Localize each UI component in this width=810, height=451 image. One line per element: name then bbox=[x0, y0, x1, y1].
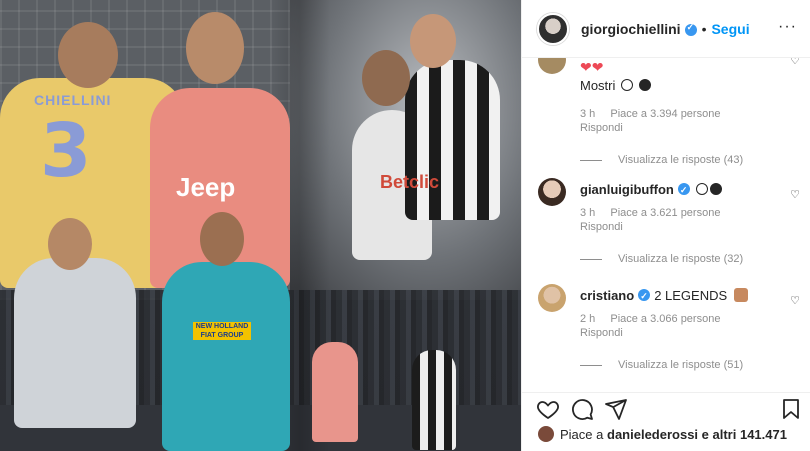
comment-item: ♡ gianluigibuffon 3 h Piace a 3.621 pers… bbox=[538, 178, 806, 278]
comment-body: 3 h Piace a 3.394 persone Rispondi Visua… bbox=[580, 102, 780, 166]
post-header: giorgiochiellini • Segui ··· bbox=[522, 0, 810, 58]
reply-button[interactable]: Rispondi bbox=[580, 122, 780, 134]
verified-badge-icon bbox=[638, 287, 651, 305]
player-grey-jersey bbox=[14, 258, 136, 428]
view-replies-button[interactable]: Visualizza le risposte (32) bbox=[580, 253, 780, 265]
bookmark-icon[interactable] bbox=[779, 397, 803, 421]
jersey-number-text: 3 bbox=[40, 108, 92, 194]
comment-likes-count[interactable]: Piace a 3.621 persone bbox=[610, 207, 720, 219]
comment-body: gianluigibuffon 3 h Piace a 3.621 person… bbox=[580, 181, 780, 265]
like-heart-icon[interactable]: ♡ bbox=[790, 294, 800, 307]
comment-time[interactable]: 3 h bbox=[580, 108, 595, 120]
comment-username[interactable]: gianluigibuffon bbox=[580, 182, 674, 197]
black-circle-emoji bbox=[638, 79, 651, 91]
comment-avatar[interactable] bbox=[538, 58, 566, 74]
comment-username[interactable]: cristiano bbox=[580, 288, 634, 303]
like-heart-icon[interactable]: ♡ bbox=[790, 188, 800, 201]
liked-by-line: Piace a danielederossi e altri 141.471 bbox=[538, 426, 787, 442]
comment-meta: 2 h Piace a 3.066 persone bbox=[580, 313, 780, 325]
reply-button[interactable]: Rispondi bbox=[580, 221, 780, 233]
white-circle-emoji bbox=[695, 183, 708, 195]
comments-list[interactable]: ♡ ❤❤ Mostri 3 h Piace a 3.394 persone Ri… bbox=[522, 58, 810, 390]
avatar[interactable] bbox=[537, 12, 569, 45]
comment-likes-count[interactable]: Piace a 3.066 persone bbox=[610, 313, 720, 325]
verified-badge-icon bbox=[684, 22, 697, 36]
liked-by-prefix: Piace a bbox=[560, 426, 604, 442]
separator-dot: • bbox=[701, 20, 707, 37]
comment-body: cristiano 2 LEGENDS 2 h Piace a 3.066 per… bbox=[580, 287, 780, 371]
liked-by-count[interactable]: e altri 141.471 bbox=[702, 427, 787, 442]
post-author-username[interactable]: giorgiochiellini bbox=[581, 21, 681, 37]
post-photo[interactable]: CHIELLINI 3 Jeep Betclic NEW HOLLAND FIA… bbox=[0, 0, 521, 451]
player-small-striped bbox=[412, 350, 456, 450]
player-striped-jersey bbox=[405, 60, 500, 220]
reply-button[interactable]: Rispondi bbox=[580, 327, 780, 339]
post-sidebar: giorgiochiellini • Segui ··· ♡ ❤❤ Mostri bbox=[521, 0, 810, 451]
comment-avatar[interactable] bbox=[538, 284, 566, 312]
comment-avatar[interactable] bbox=[538, 178, 566, 206]
heart-icon[interactable] bbox=[536, 397, 560, 421]
comment-item: ♡ cristiano 2 LEGENDS 2 h Piace a 3.066 p… bbox=[538, 284, 806, 384]
view-replies-button[interactable]: Visualizza le risposte (43) bbox=[580, 154, 780, 166]
jersey-name-text: CHIELLINI bbox=[34, 92, 112, 108]
white-circle-emoji bbox=[621, 79, 634, 91]
player-head bbox=[362, 50, 410, 106]
comment-text: ❤❤ bbox=[580, 58, 780, 77]
player-head bbox=[410, 14, 456, 68]
view-replies-button[interactable]: Visualizza le risposte (51) bbox=[580, 359, 780, 371]
red-hearts-emoji: ❤❤ bbox=[580, 59, 604, 75]
follow-button[interactable]: Segui bbox=[711, 21, 749, 37]
comment-text: Mostri bbox=[580, 77, 780, 95]
people-emoji-icon bbox=[733, 288, 748, 302]
player-teal-jersey bbox=[162, 262, 290, 451]
comment-time[interactable]: 2 h bbox=[580, 313, 595, 325]
player-head bbox=[48, 218, 92, 270]
comment-body: ❤❤ Mostri bbox=[580, 58, 780, 95]
player-head bbox=[200, 212, 244, 266]
player-small-pink bbox=[312, 342, 358, 442]
shirt-sponsor-text: Betclic bbox=[380, 172, 440, 192]
comment-meta: 3 h Piace a 3.394 persone bbox=[580, 108, 780, 120]
share-icon[interactable] bbox=[604, 397, 628, 421]
comment-icon[interactable] bbox=[570, 397, 594, 421]
black-circle-emoji bbox=[709, 183, 722, 195]
comment-time[interactable]: 3 h bbox=[580, 207, 595, 219]
comment-likes-count[interactable]: Piace a 3.394 persone bbox=[610, 108, 720, 120]
comment-text-content: Mostri bbox=[580, 78, 616, 93]
liked-by-user[interactable]: danielederossi bbox=[607, 427, 698, 442]
shirt-sponsor-text: Jeep bbox=[176, 172, 236, 202]
comment-text-content: 2 LEGENDS bbox=[654, 288, 728, 303]
verified-badge-icon bbox=[677, 181, 690, 199]
like-heart-icon[interactable]: ♡ bbox=[790, 58, 800, 67]
shirt-sponsor-badge: NEW HOLLAND FIAT GROUP bbox=[193, 322, 251, 340]
player-head bbox=[58, 22, 118, 88]
comment-meta: 3 h Piace a 3.621 persone bbox=[580, 207, 780, 219]
comment-meta-block: 3 h Piace a 3.394 persone Rispondi Visua… bbox=[538, 96, 806, 166]
comment-text: gianluigibuffon bbox=[580, 181, 780, 199]
comment-text: cristiano 2 LEGENDS bbox=[580, 287, 780, 305]
comment-item: ♡ ❤❤ Mostri bbox=[538, 58, 806, 95]
more-options-icon[interactable]: ··· bbox=[778, 18, 797, 36]
liker-avatar[interactable] bbox=[538, 426, 554, 442]
post-actions-bar bbox=[522, 392, 810, 422]
player-head bbox=[186, 12, 244, 84]
